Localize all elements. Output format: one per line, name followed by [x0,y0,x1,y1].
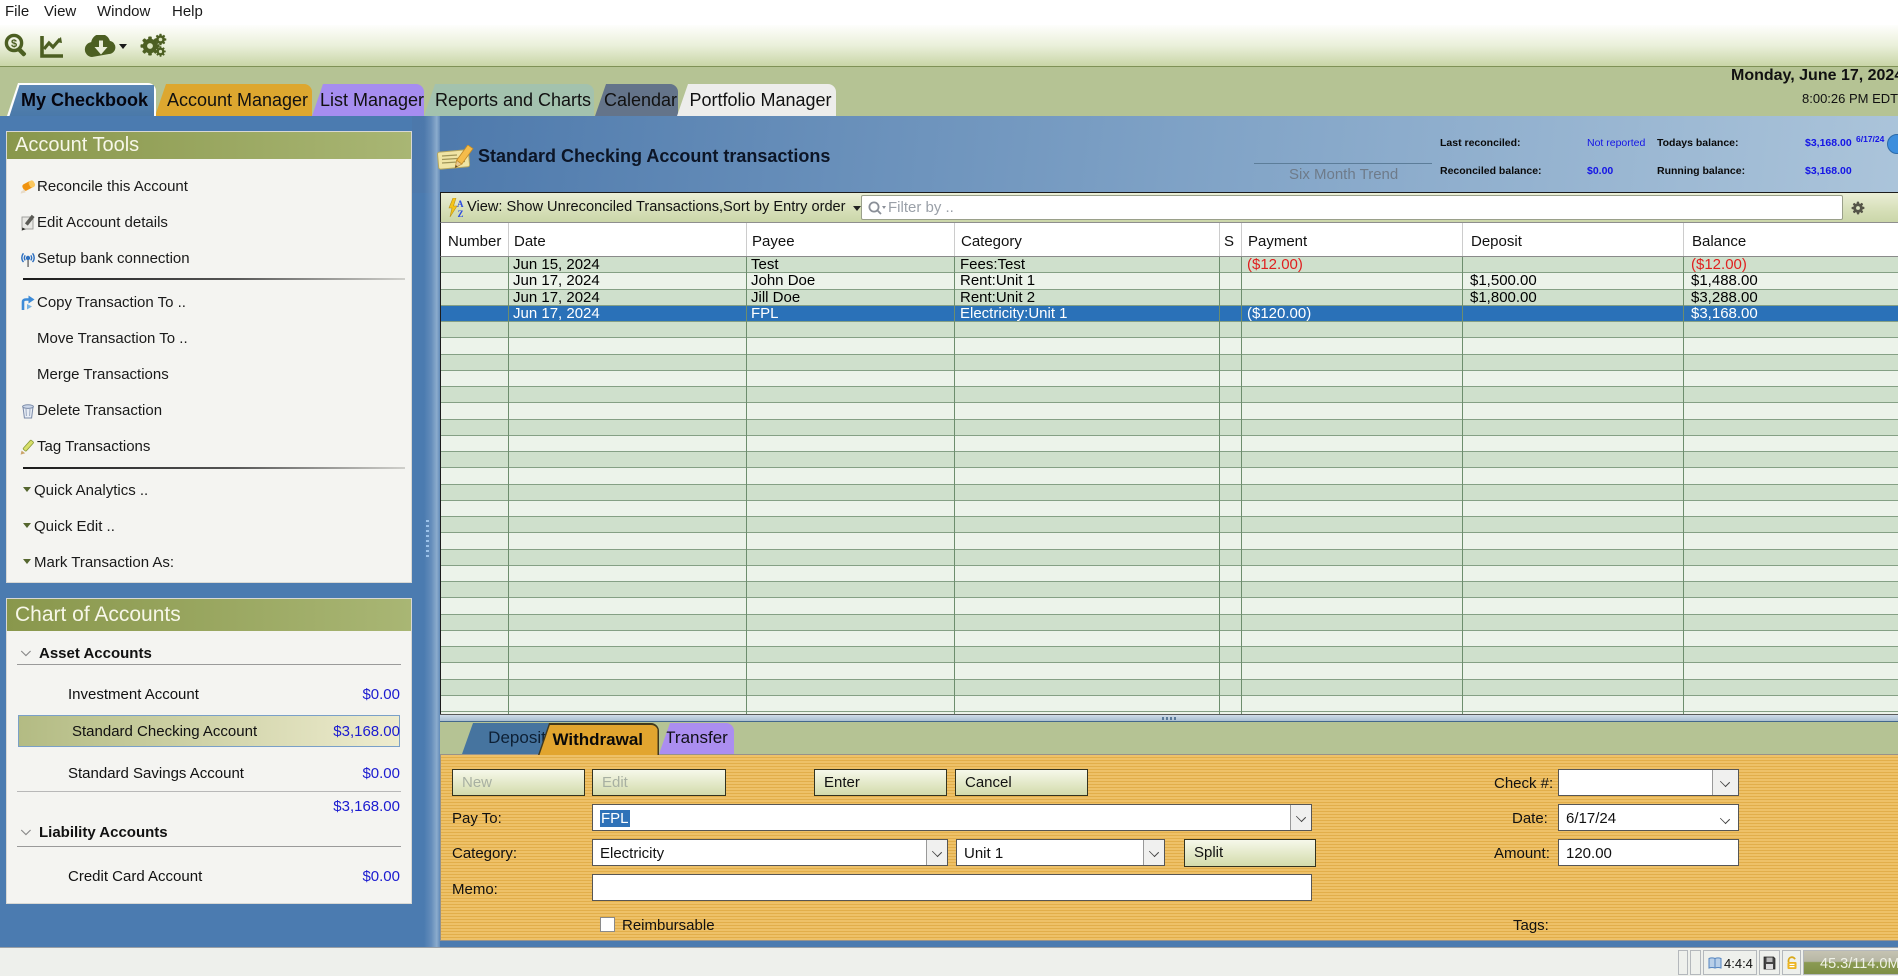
svg-text:Z: Z [458,209,464,218]
svg-text:A: A [457,199,464,209]
svg-text:$: $ [11,38,17,50]
